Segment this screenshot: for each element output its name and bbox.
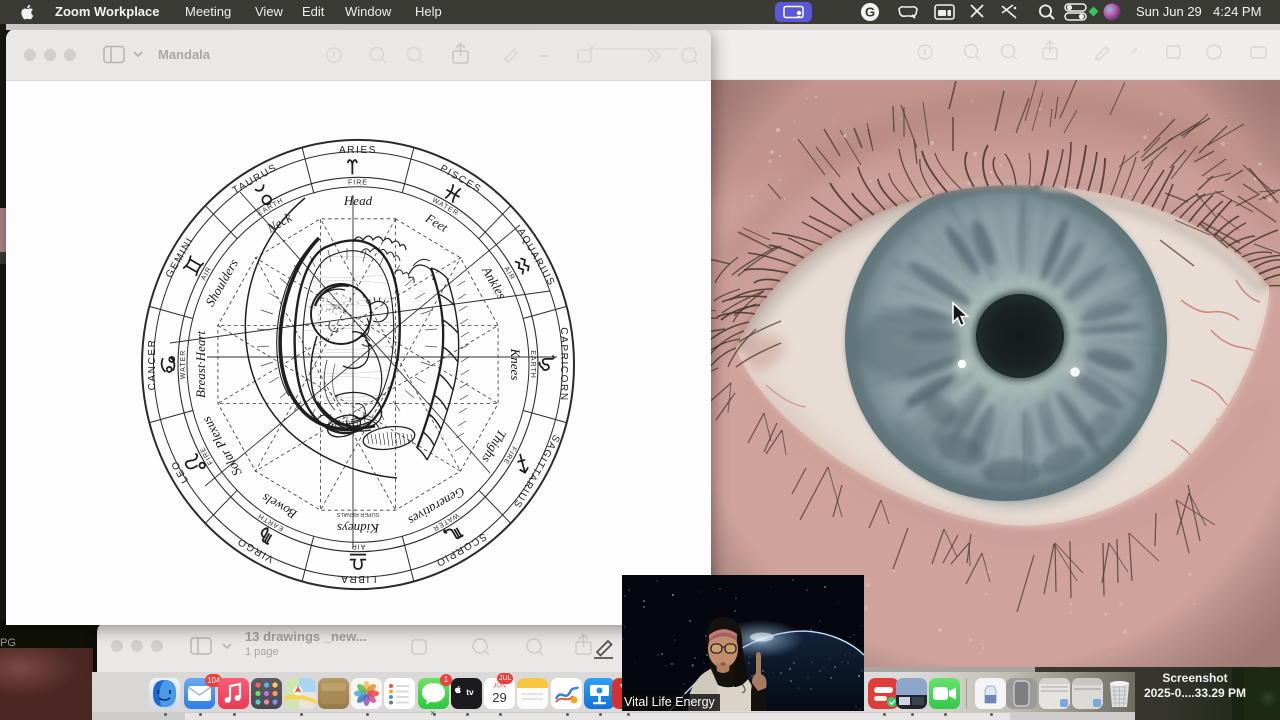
svg-text:ARIES: ARIES (339, 145, 377, 156)
svg-text:SUPER RENALS: SUPER RENALS (336, 511, 379, 517)
svg-text:FIRE: FIRE (348, 180, 368, 187)
svg-text:CAPRICORN: CAPRICORN (558, 327, 569, 401)
svg-text:WATER: WATER (180, 350, 187, 380)
svg-text:G: G (865, 5, 875, 20)
svg-text:SAGITTARIUS: SAGITTARIUS (510, 432, 561, 510)
svg-text:Feet: Feet (422, 210, 451, 235)
svg-text:Kidneys: Kidneys (337, 521, 380, 536)
svg-text:AIR: AIR (200, 266, 213, 282)
svg-text:Head: Head (343, 193, 373, 208)
svg-text:EARTH: EARTH (529, 350, 536, 379)
svg-text:CANCER: CANCER (147, 339, 158, 391)
svg-text:Shoulders: Shoulders (202, 256, 241, 309)
svg-text:Knees: Knees (508, 348, 523, 381)
svg-text:LIBRA: LIBRA (340, 573, 377, 584)
svg-text:tv: tv (466, 687, 474, 697)
svg-text:29: 29 (492, 690, 506, 705)
svg-text:AIR: AIR (502, 266, 515, 282)
svg-text:Breast·Heart: Breast·Heart (193, 331, 208, 398)
